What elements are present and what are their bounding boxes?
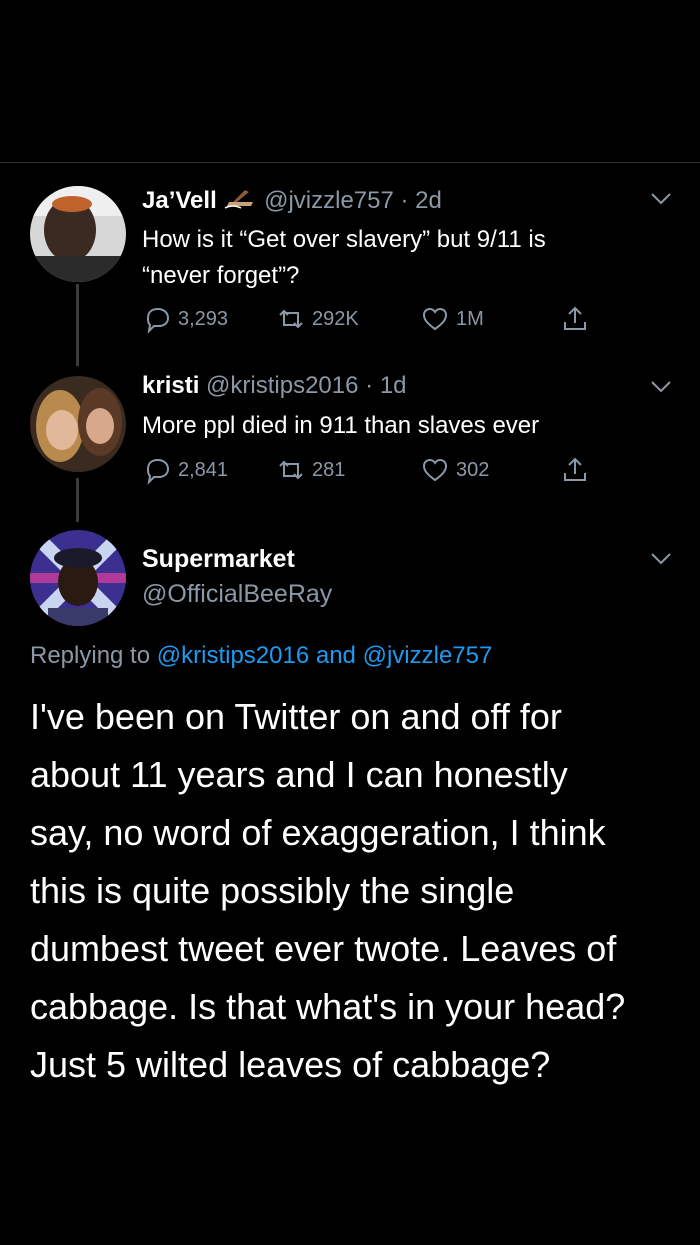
replying-to: Replying to @kristips2016 and @jvizzle75… [30,642,492,670]
retweet-button[interactable]: 292K [276,304,359,334]
display-name[interactable]: Supermarket [142,545,295,574]
share-button[interactable] [560,304,590,334]
reply-handle-link[interactable]: @jvizzle757 [363,642,493,669]
replying-prefix: Replying to [30,642,151,669]
like-count: 302 [456,458,490,481]
timestamp[interactable]: 2d [415,187,442,214]
retweet-icon [279,309,303,329]
chevron-down-icon[interactable] [650,380,672,394]
tweet-header: kristi @kristips2016 · 1d [142,372,407,400]
thread-line [76,284,79,366]
profile-photo-icon [30,376,126,472]
tweet-header: Ja’Vell @jvizzle757 · 2d [142,186,442,217]
share-icon [564,306,586,330]
tweet-text: More ppl died in 911 than slaves ever [142,408,539,444]
reply-button[interactable]: 2,841 [142,455,228,485]
retweet-count: 292K [312,307,359,330]
tweet-text-line: I've been on Twitter on and off for [30,696,562,737]
avatar[interactable] [30,186,126,282]
retweet-icon [279,460,303,480]
like-button[interactable]: 302 [420,455,489,485]
tweet-text-line: More ppl died in 911 than slaves ever [142,412,540,439]
tweet-text: I've been on Twitter on and off for abou… [30,688,680,1094]
thread-line [76,478,79,522]
tweet-text-line: say, no word of exaggeration, I think [30,812,606,853]
like-icon [422,307,448,331]
user-handle[interactable]: @OfficialBeeRay [142,580,332,609]
tweet-text-line: Just 5 wilted leaves of cabbage? [30,1044,551,1085]
tweet-text-line: “never forget”? [142,262,300,289]
share-button[interactable] [560,455,590,485]
twitter-thread-screen: Ja’Vell @jvizzle757 · 2d How is it “Get … [0,0,700,1245]
tweet-text-line: dumbest tweet ever twote. Leaves of [30,928,617,969]
chevron-down-icon[interactable] [650,192,672,206]
tweet-text-line: cabbage. Is that what's in your head? [30,986,626,1027]
reply-count: 3,293 [178,307,229,330]
retweet-button[interactable]: 281 [276,455,345,485]
tweet-text-line: about 11 years and I can honestly [30,754,568,795]
tweet-text: How is it “Get over slavery” but 9/11 is… [142,222,546,294]
tweet-actions: 2,841 281 302 [142,455,610,485]
reply-icon [146,307,170,334]
chevron-down-icon[interactable] [650,552,672,566]
avatar[interactable] [30,530,126,626]
reply-button[interactable]: 3,293 [142,304,228,334]
tweet-actions: 3,293 292K 1M [142,304,610,334]
top-divider [0,162,700,163]
separator: · [400,186,409,214]
avatar[interactable] [30,376,126,472]
profile-photo-icon [30,186,126,282]
tweet-text-line: How is it “Get over slavery” but 9/11 is [142,226,546,253]
retweet-count: 281 [312,458,346,481]
like-button[interactable]: 1M [420,304,484,334]
signature-emoji-icon [223,186,257,217]
display-name[interactable]: kristi [142,372,199,399]
profile-photo-icon [30,530,126,626]
reply-handle-link[interactable]: @kristips2016 [157,642,309,669]
timestamp[interactable]: 1d [380,372,407,399]
reply-count: 2,841 [178,458,229,481]
like-icon [422,458,448,482]
like-count: 1M [456,307,484,330]
tweet-text-line: this is quite possibly the single [30,870,515,911]
share-icon [564,457,586,481]
user-handle[interactable]: @jvizzle757 [264,187,394,214]
separator: · [365,372,374,399]
display-name[interactable]: Ja’Vell [142,187,217,214]
reply-icon [146,458,170,485]
reply-and: and [315,642,356,669]
user-handle[interactable]: @kristips2016 [206,372,358,399]
